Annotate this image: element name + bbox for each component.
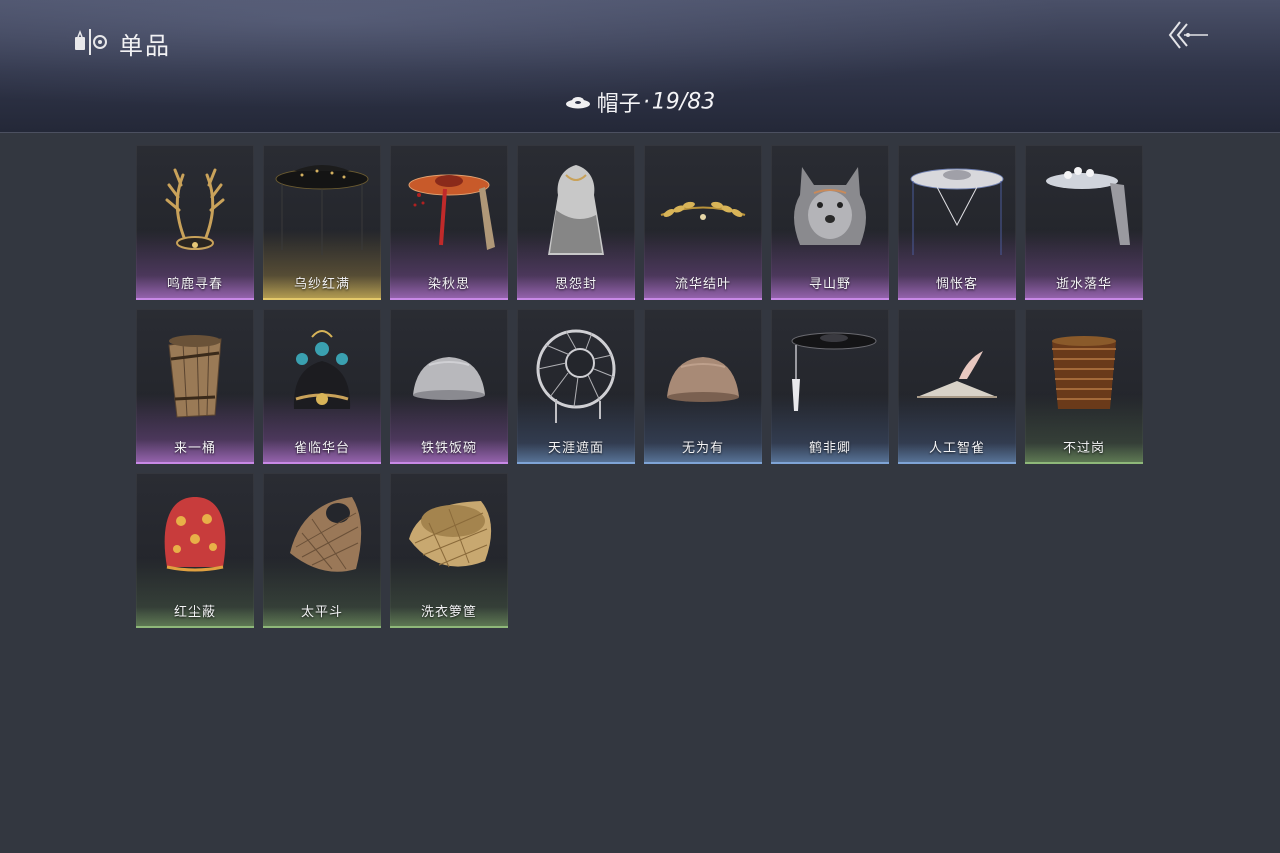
rarity-bar [1025,462,1143,464]
item-name: 寻山野 [808,277,851,292]
item-name: 太平斗 [300,605,343,620]
item-name: 天涯遮面 [547,441,604,456]
category-count: 19/83 [651,89,716,115]
item-card[interactable]: 无为有 [644,309,762,464]
rarity-bar [898,298,1016,300]
category-heading: 帽子·19/83 [0,86,1280,118]
ink-hood-icon [548,165,604,255]
item-card[interactable]: 鹤非卿 [771,309,889,464]
header-bar: 单品 帽子·19/83 [0,0,1280,133]
bird-hat-icon [917,351,997,398]
category-name: 帽子 [596,92,641,117]
back-arrow-icon[interactable] [1166,18,1210,52]
item-card[interactable]: 鸣鹿寻春 [136,145,254,300]
rarity-bar [263,298,381,300]
item-name: 洗衣箩筐 [420,605,477,620]
rarity-bar [263,626,381,628]
rarity-bar [390,462,508,464]
golden-leaf-wreath-icon [660,201,746,220]
rarity-bar [517,298,635,300]
item-name: 铁铁饭碗 [420,441,477,456]
item-card[interactable]: 来一桶 [136,309,254,464]
iron-bowl-icon [413,357,485,400]
item-name: 不过岗 [1062,441,1105,456]
rarity-bar [644,298,762,300]
item-card[interactable]: 雀临华台 [263,309,381,464]
rarity-bar [898,462,1016,464]
item-name: 流华结叶 [674,277,731,292]
rarity-bar [390,626,508,628]
item-grid: 鸣鹿寻春 乌纱红满 染秋思 思怨封 流华结叶 寻山野 惆怅客 逝水落华 来一桶 … [136,145,1146,628]
white-floral-hat-icon [1046,167,1130,245]
item-name: 雀临华台 [293,441,350,456]
item-name: 惆怅客 [935,277,978,292]
wooden-bucket-icon [168,335,222,418]
stacked-bowls-icon [1052,336,1116,409]
rarity-bar [136,298,254,300]
antler-crown-icon [165,168,225,250]
rarity-bar [771,462,889,464]
clay-bowl-icon [667,357,739,402]
rarity-bar [136,462,254,464]
laundry-basket-icon [409,501,492,568]
item-name: 逝水落华 [1055,277,1112,292]
hat-icon [565,97,590,109]
woven-basket-hat-icon [290,497,362,572]
item-card[interactable]: 不过岗 [1025,309,1143,464]
item-name: 乌纱红满 [293,277,350,292]
item-name: 无为有 [681,441,724,456]
rarity-bar [263,462,381,464]
veiled-black-hat-icon [275,165,369,255]
item-card[interactable]: 流华结叶 [644,145,762,300]
item-name: 鸣鹿寻春 [166,277,223,292]
rarity-bar [1025,298,1143,300]
category-separator: · [642,89,650,115]
item-card[interactable]: 染秋思 [390,145,508,300]
item-card[interactable]: 乌纱红满 [263,145,381,300]
item-name: 人工智雀 [928,441,985,456]
item-name: 鹤非卿 [808,441,851,456]
item-name: 红尘蔽 [173,605,216,620]
rarity-bar [644,462,762,464]
page-title: 单品 [119,32,171,60]
item-name: 来一桶 [173,441,216,456]
hanger-tag-icon [75,29,107,55]
item-name: 思怨封 [554,277,597,292]
item-card[interactable]: 天涯遮面 [517,309,635,464]
item-card[interactable]: 逝水落华 [1025,145,1143,300]
item-card[interactable]: 思怨封 [517,145,635,300]
item-card[interactable]: 人工智雀 [898,309,1016,464]
rarity-bar [390,298,508,300]
bamboo-frame-hat-icon [536,329,616,423]
silver-veiled-hat-icon [910,168,1004,255]
black-brim-hat-icon [791,332,877,411]
item-card[interactable]: 寻山野 [771,145,889,300]
item-card[interactable]: 太平斗 [263,473,381,628]
rarity-bar [771,298,889,300]
wolf-hood-icon [794,167,866,245]
red-cloth-hood-icon [164,497,226,572]
red-straw-hat-icon [408,174,495,250]
item-card[interactable]: 惆怅客 [898,145,1016,300]
item-card[interactable]: 洗衣箩筐 [390,473,508,628]
phoenix-crown-icon [293,330,351,409]
item-name: 染秋思 [427,277,470,292]
rarity-bar [517,462,635,464]
item-card[interactable]: 红尘蔽 [136,473,254,628]
rarity-bar [136,626,254,628]
item-card[interactable]: 铁铁饭碗 [390,309,508,464]
